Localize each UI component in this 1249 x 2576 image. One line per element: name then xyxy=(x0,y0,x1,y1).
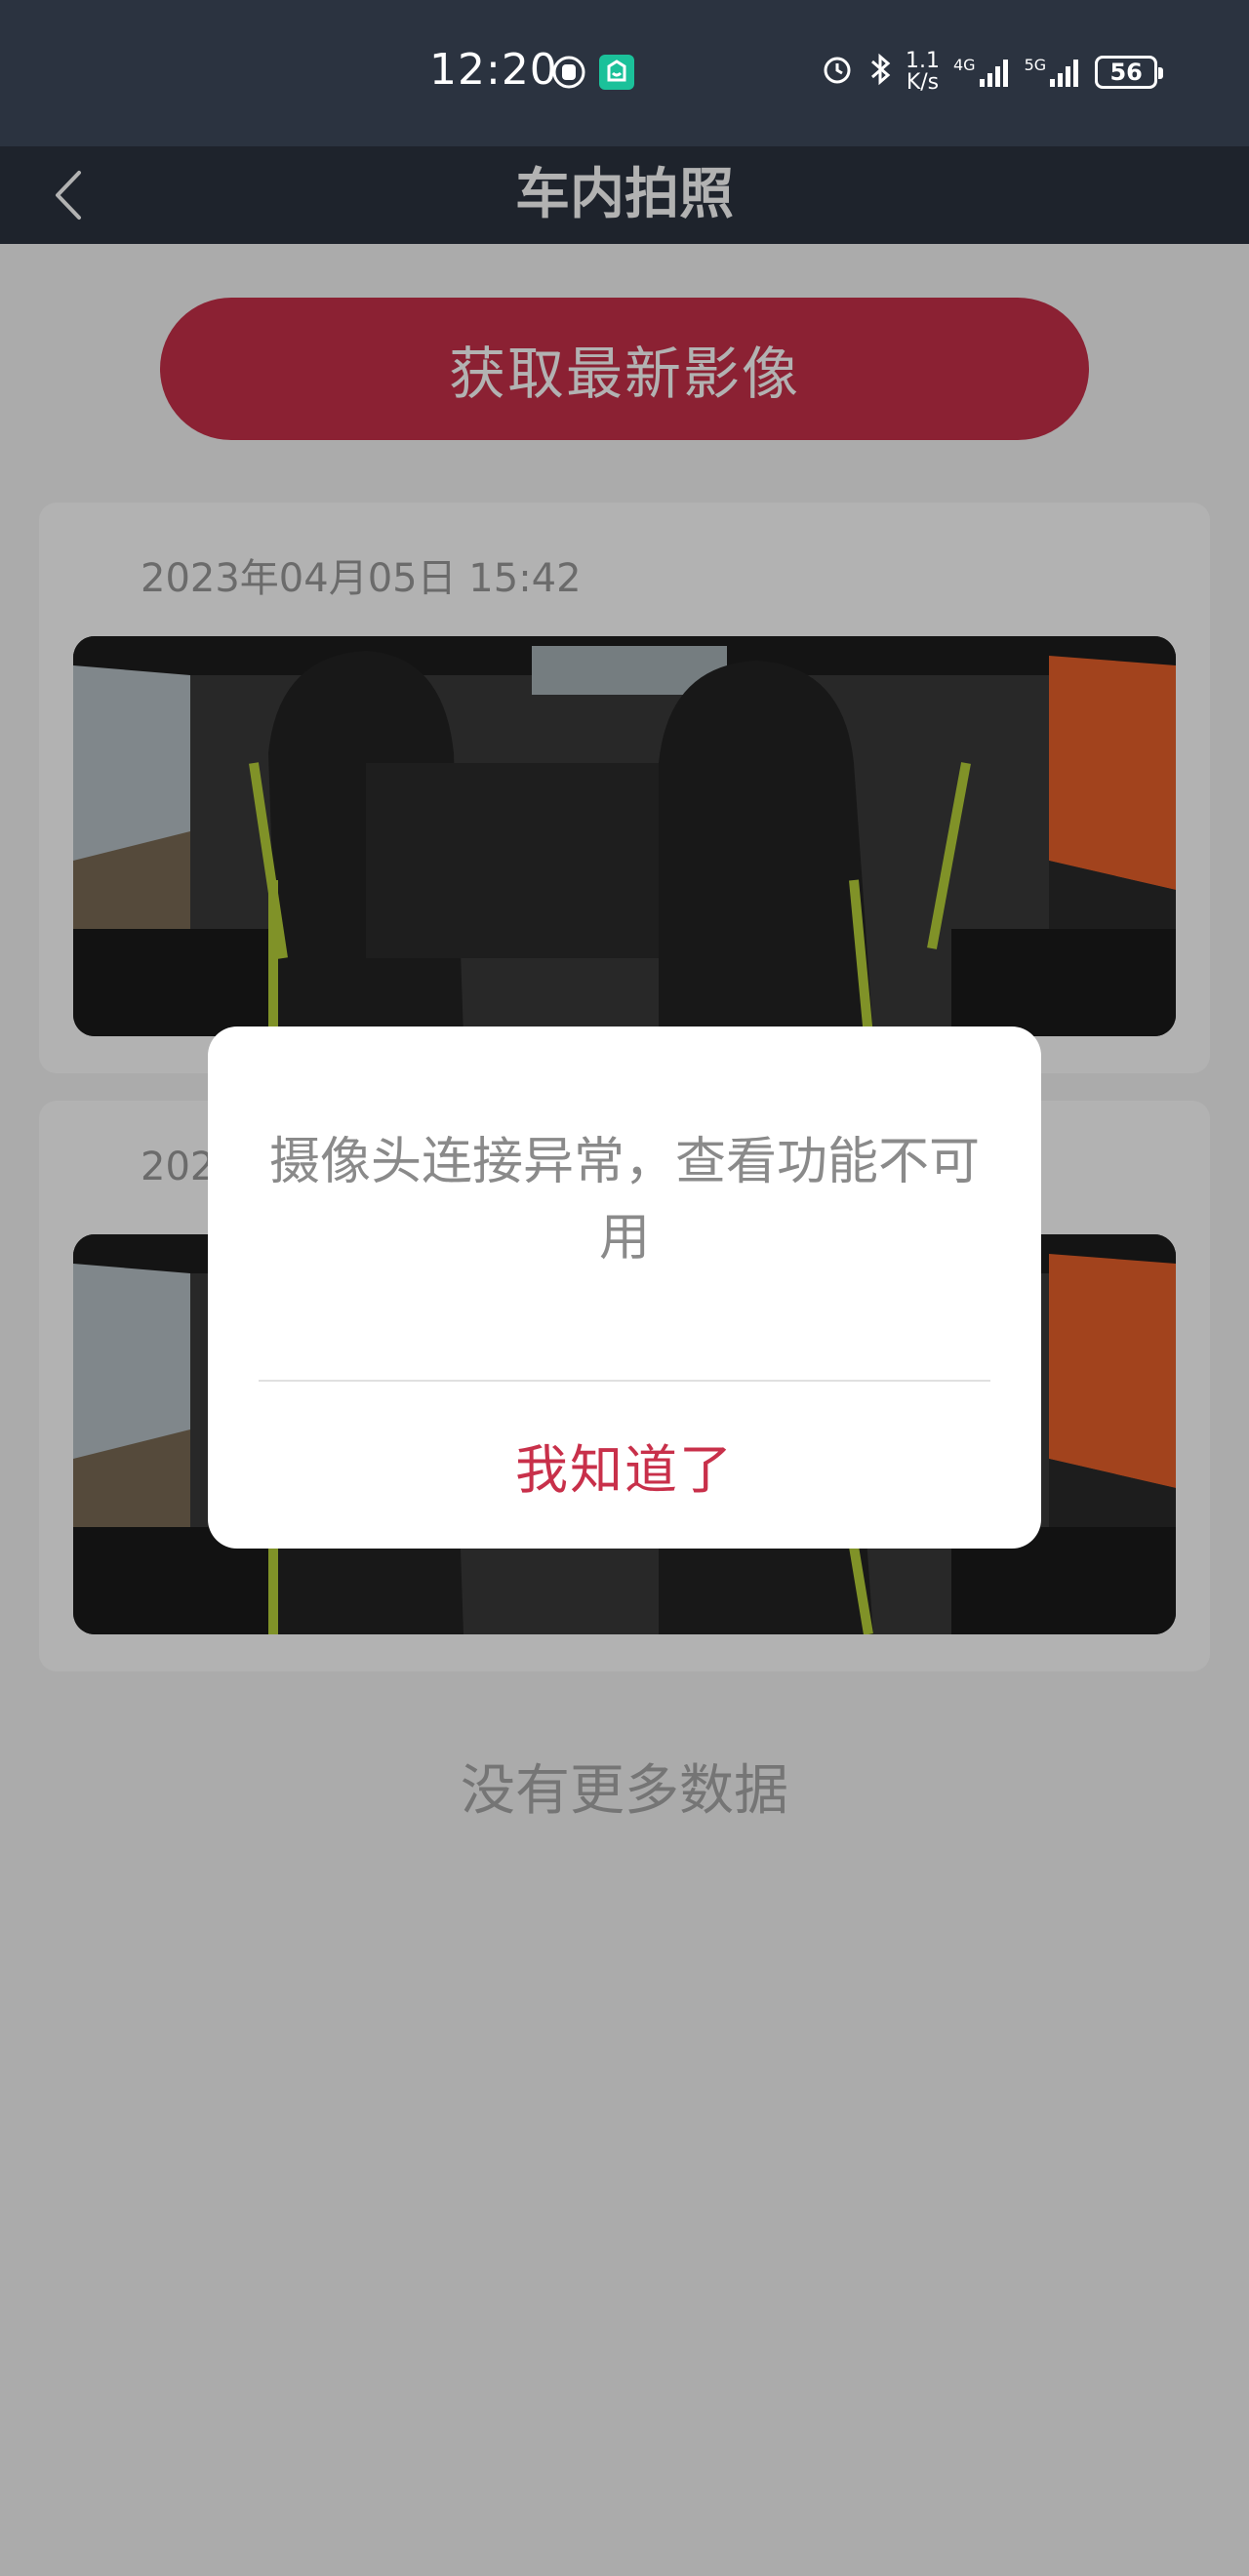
signal-4g: 4G xyxy=(953,56,1011,89)
status-time: 12:20 xyxy=(429,45,558,95)
signal-bars-icon xyxy=(1050,60,1079,87)
status-bar: 12:20 1.1 K/s 4G 5G 56 xyxy=(0,0,1249,146)
signal-bars-icon xyxy=(979,60,1008,87)
alert-dialog: 摄像头连接异常，查看功能不可用 我知道了 xyxy=(208,1026,1041,1549)
network-speed-unit: K/s xyxy=(906,70,940,95)
signal-4g-label: 4G xyxy=(953,56,976,74)
network-speed: 1.1 K/s xyxy=(906,51,940,94)
bluetooth-icon xyxy=(868,52,892,93)
dialog-message: 摄像头连接异常，查看功能不可用 xyxy=(268,1133,980,1268)
hand-notification-icon xyxy=(551,55,586,90)
network-speed-value: 1.1 xyxy=(906,49,940,73)
signal-5g: 5G xyxy=(1025,56,1082,89)
battery-level: 56 xyxy=(1109,59,1143,86)
mi-home-icon xyxy=(599,55,634,90)
signal-5g-label: 5G xyxy=(1024,56,1047,74)
dialog-confirm-button[interactable]: 我知道了 xyxy=(208,1382,1041,1549)
status-indicators: 1.1 K/s 4G 5G 56 xyxy=(820,51,1164,94)
battery-icon: 56 xyxy=(1095,56,1164,89)
alarm-icon xyxy=(820,52,855,93)
